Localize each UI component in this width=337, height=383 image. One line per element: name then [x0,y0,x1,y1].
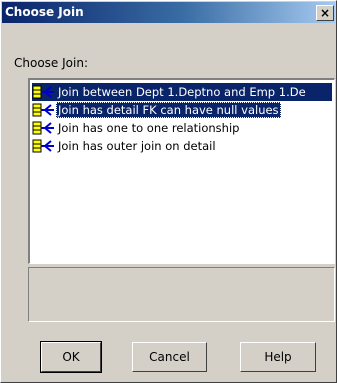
list-item-label: Join between Dept 1.Deptno and Emp 1.De [56,84,308,100]
list-item-label: Join has detail FK can have null values [56,102,281,118]
description-panel [28,267,335,322]
title-bar[interactable]: Choose Join × [2,2,335,23]
list-item[interactable]: Join between Dept 1.Deptno and Emp 1.De [32,83,332,101]
choose-join-label: Choose Join: [14,56,88,70]
join-listbox[interactable]: Join between Dept 1.Deptno and Emp 1.De … [28,78,335,264]
join-icon [32,121,54,135]
list-item[interactable]: Join has detail FK can have null values [32,101,332,119]
close-button[interactable]: × [316,5,334,21]
help-button[interactable]: Help [240,342,316,372]
join-icon [32,103,54,117]
list-item-label: Join has outer join on detail [58,139,216,153]
list-item-label: Join has one to one relationship [58,121,240,135]
ok-button[interactable]: OK [40,341,102,373]
close-icon: × [319,6,331,20]
list-item[interactable]: Join has outer join on detail [32,137,332,155]
choose-join-dialog: Choose Join × Choose Join: Join between … [0,0,337,383]
list-item[interactable]: Join has one to one relationship [32,119,332,137]
join-icon [32,85,54,99]
cancel-button[interactable]: Cancel [132,342,207,372]
window-title: Choose Join [5,5,84,19]
join-icon [32,139,54,153]
